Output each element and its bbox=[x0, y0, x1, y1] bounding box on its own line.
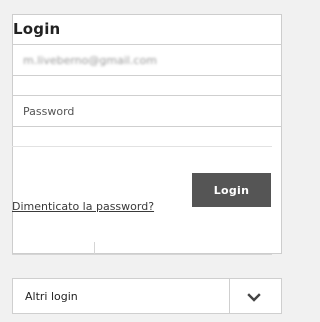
forgot-password-link[interactable]: Dimenticato la password? bbox=[12, 200, 154, 213]
login-title: Login bbox=[13, 20, 61, 38]
password-input[interactable] bbox=[13, 96, 281, 126]
password-field[interactable] bbox=[12, 95, 282, 127]
form-divider bbox=[12, 146, 272, 147]
section-divider bbox=[12, 254, 272, 255]
select-separator bbox=[229, 279, 230, 313]
login-button[interactable]: Login bbox=[192, 173, 271, 207]
email-input[interactable] bbox=[13, 45, 281, 75]
divider-tick bbox=[94, 242, 95, 254]
other-login-label: Altri login bbox=[25, 290, 78, 303]
other-login-select[interactable]: Altri login bbox=[12, 278, 282, 314]
email-field[interactable] bbox=[12, 44, 282, 76]
